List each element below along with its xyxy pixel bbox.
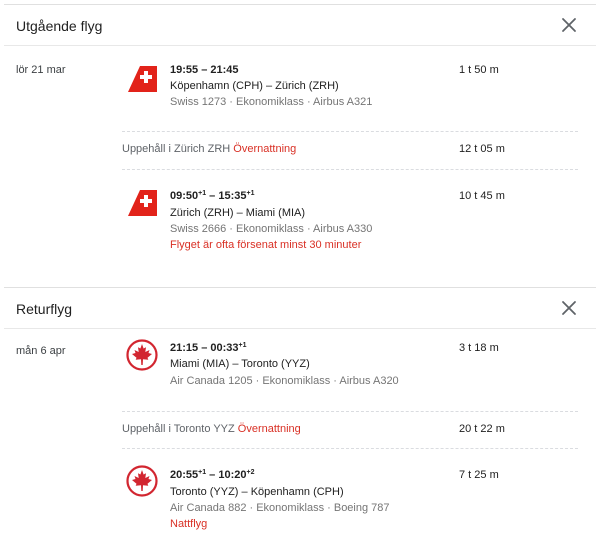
layover-divider — [122, 131, 578, 132]
flight-details: Swiss 2666 · Ekonomiklass · Airbus A330 — [170, 223, 373, 235]
return-header: Returflyg — [4, 288, 596, 329]
layover-duration: 12 t 05 m — [459, 143, 505, 155]
flight-route: Köpenhamn (CPH) – Zürich (ZRH) — [170, 80, 339, 92]
outbound-flight-panel: Utgående flyg lör 21 mar 19:55 – 21:45 K… — [4, 0, 596, 270]
layover-divider — [122, 448, 578, 449]
delay-warning: Flyget är ofta försenat minst 30 minuter — [170, 239, 362, 251]
flight-duration: 10 t 45 m — [459, 190, 505, 202]
outbound-title: Utgående flyg — [16, 18, 103, 34]
flight-details: Air Canada 882 · Ekonomiklass · Boeing 7… — [170, 502, 390, 514]
air-canada-logo-icon — [126, 339, 158, 371]
close-icon[interactable] — [560, 16, 578, 34]
flight-route: Toronto (YYZ) – Köpenhamn (CPH) — [170, 486, 344, 498]
overnight-flag: Övernattning — [237, 423, 301, 435]
return-title: Returflyg — [16, 301, 73, 317]
flight-details: Swiss 1273 · Ekonomiklass · Airbus A321 — [170, 96, 373, 108]
layover-divider — [122, 169, 578, 170]
flight-times: 21:15 – 00:33+1 — [170, 342, 247, 354]
layover-info: Uppehåll i Zürich ZRH Övernattning — [122, 143, 297, 155]
overnight-flight-note: Nattflyg — [170, 518, 208, 530]
flight-route: Zürich (ZRH) – Miami (MIA) — [170, 207, 306, 219]
outbound-header: Utgående flyg — [4, 5, 596, 46]
flight-times: 19:55 – 21:45 — [170, 64, 239, 76]
return-flight-panel: Returflyg mån 6 apr 21:15 – 00:33+1 Miam… — [4, 283, 596, 554]
flight-duration: 7 t 25 m — [459, 469, 499, 481]
swiss-logo-icon — [126, 62, 158, 94]
layover-duration: 20 t 22 m — [459, 423, 505, 435]
flight-times: 09:50+1 – 15:35+1 — [170, 190, 255, 202]
close-icon[interactable] — [560, 299, 578, 317]
flight-duration: 3 t 18 m — [459, 342, 499, 354]
flight-duration: 1 t 50 m — [459, 64, 499, 76]
swiss-logo-icon — [126, 186, 158, 218]
air-canada-logo-icon — [126, 465, 158, 497]
flight-route: Miami (MIA) – Toronto (YYZ) — [170, 358, 310, 370]
layover-info: Uppehåll i Toronto YYZ Övernattning — [122, 423, 301, 435]
overnight-flag: Övernattning — [233, 143, 297, 155]
flight-details: Air Canada 1205 · Ekonomiklass · Airbus … — [170, 375, 399, 387]
layover-divider — [122, 411, 578, 412]
flight-times: 20:55+1 – 10:20+2 — [170, 469, 255, 481]
outbound-date: lör 21 mar — [16, 64, 66, 76]
return-date: mån 6 apr — [16, 345, 66, 357]
